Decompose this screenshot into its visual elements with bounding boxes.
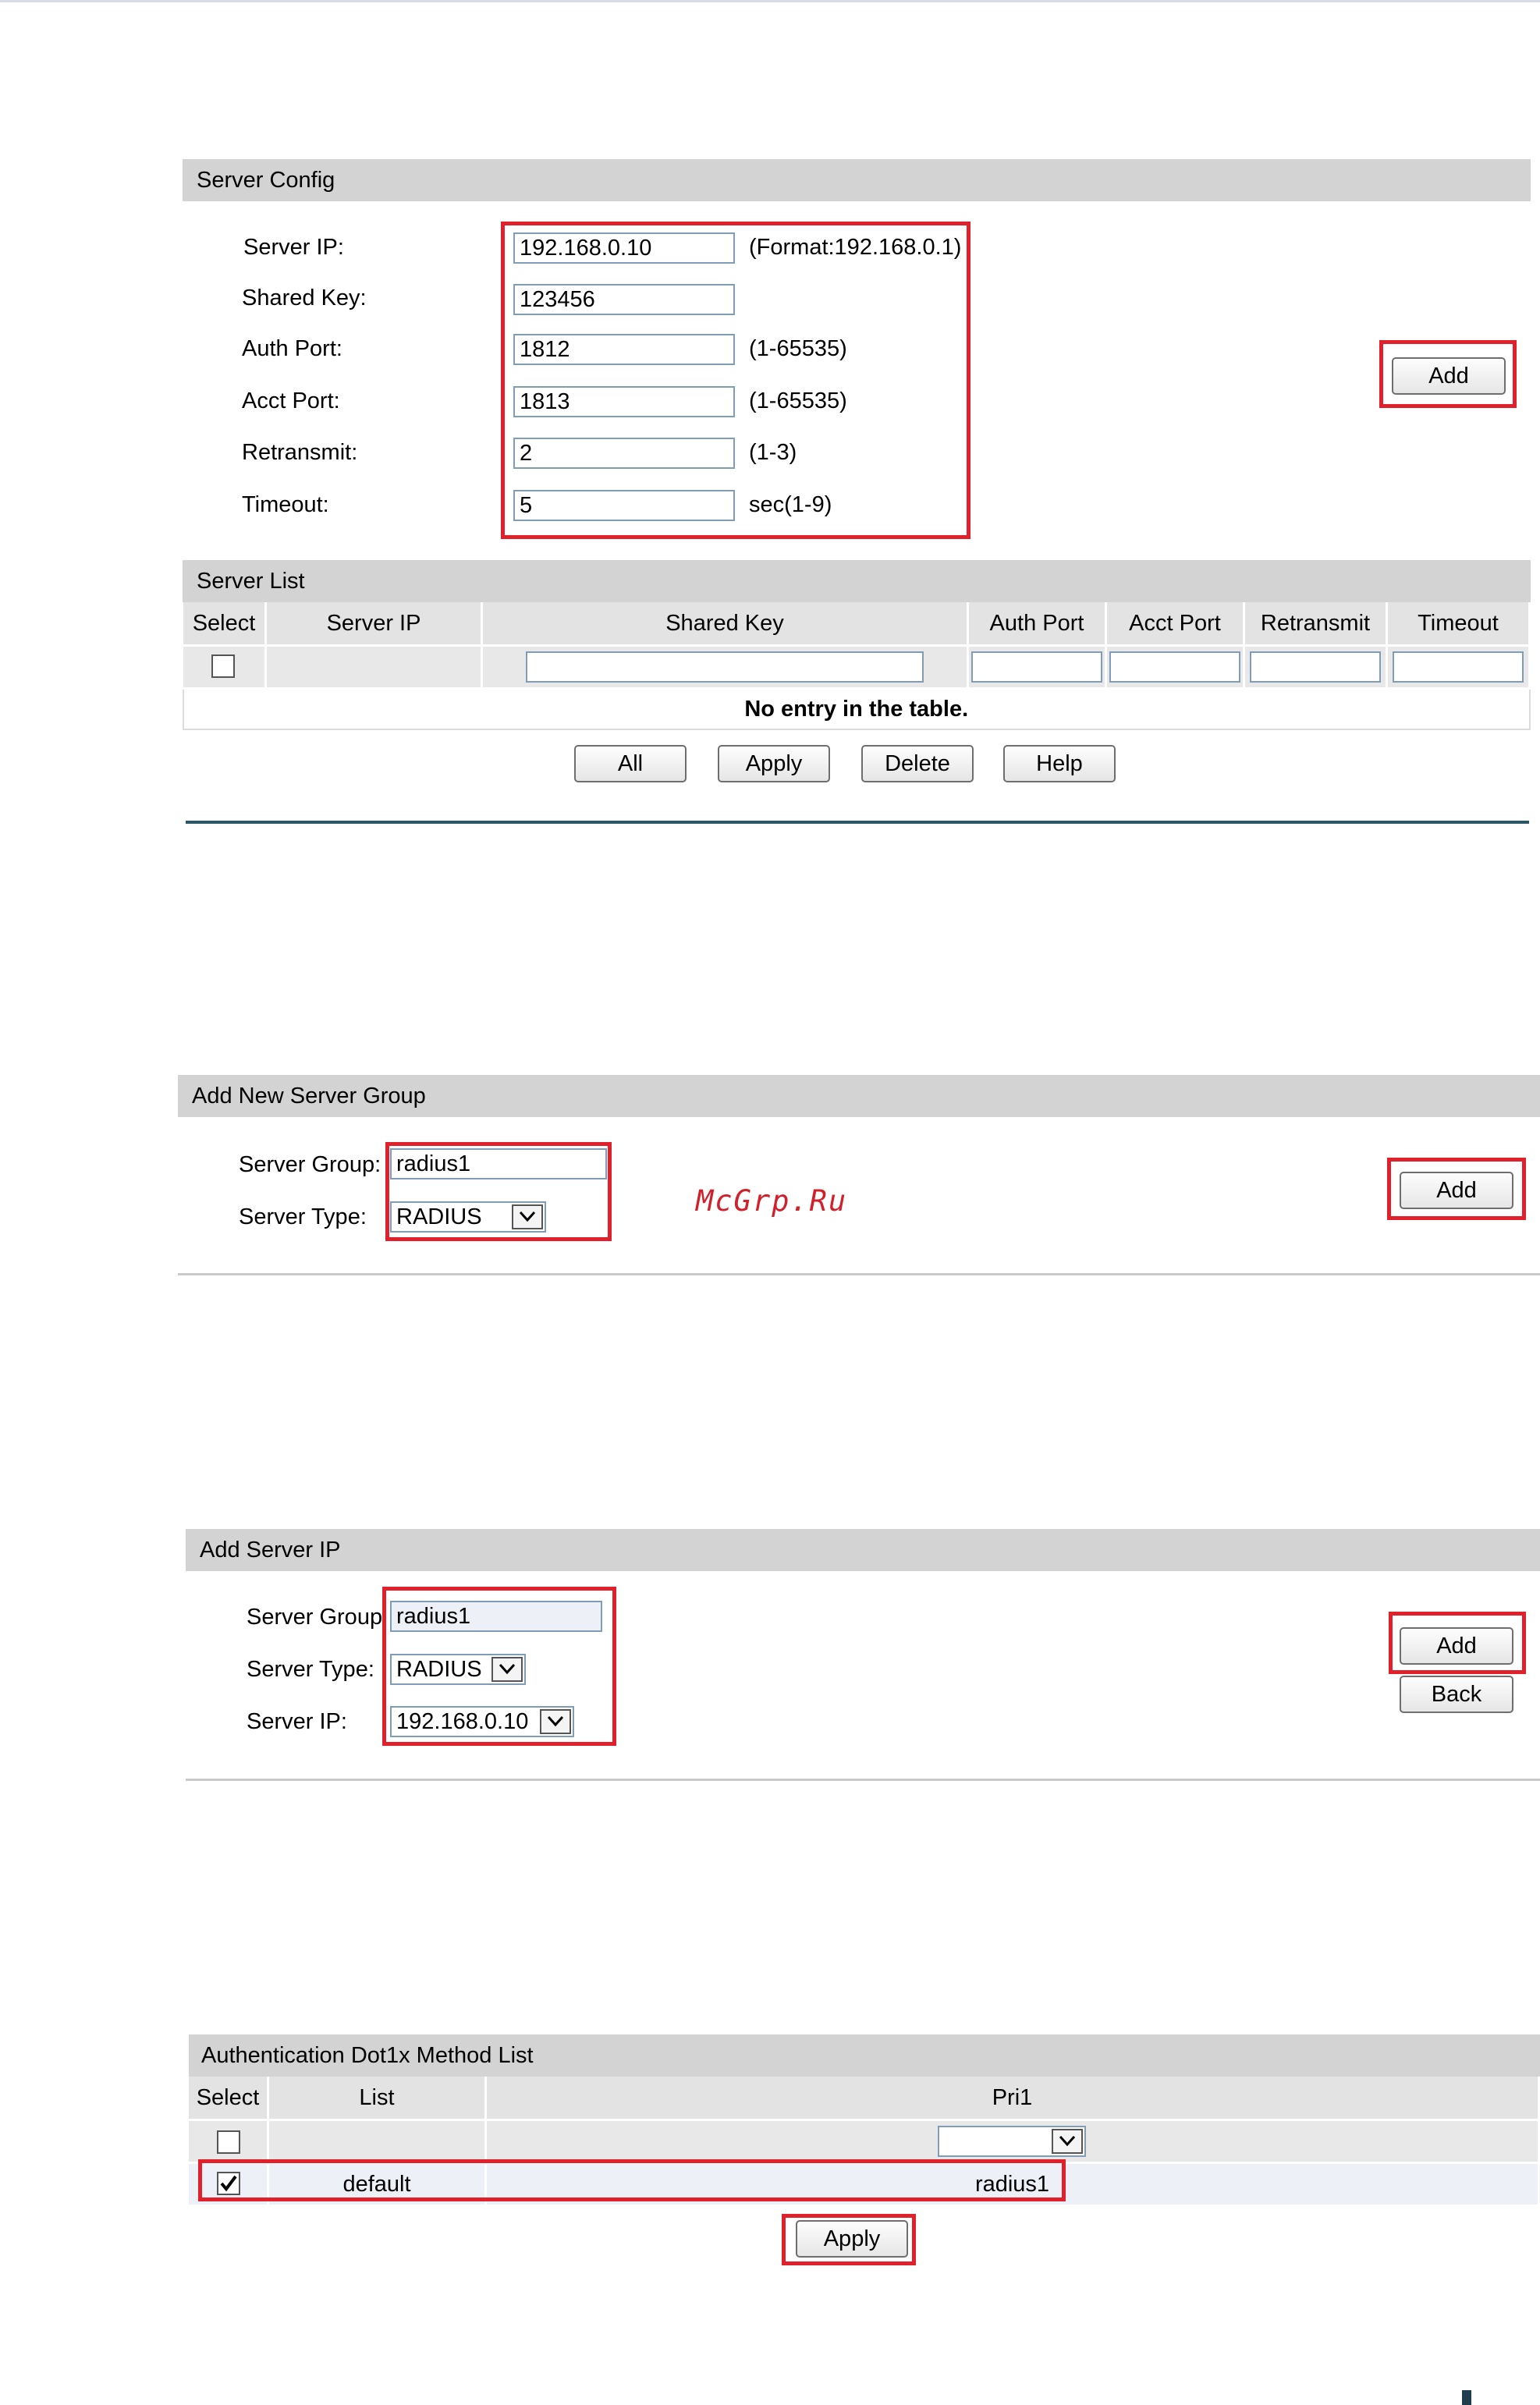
server-list-empty-message: No entry in the table.	[183, 687, 1531, 730]
filter-server-ip-cell	[265, 645, 483, 690]
col-pri1: Pri1	[485, 2077, 1540, 2121]
server-config-title: Server Config	[197, 168, 335, 193]
add-server-ip-highlight	[382, 1587, 616, 1746]
auth-port-label: Auth Port:	[242, 336, 342, 361]
method-filter-checkbox[interactable]	[217, 2130, 240, 2154]
method-list-header: Authentication Dot1x Method List	[189, 2034, 1540, 2077]
method-row-highlight	[198, 2159, 1066, 2201]
server-config-header: Server Config	[183, 159, 1531, 201]
apply-button[interactable]: Apply	[718, 745, 830, 782]
server-config-add-highlight	[1379, 340, 1517, 408]
filter-select-checkbox[interactable]	[211, 654, 235, 678]
col-select: Select	[183, 602, 267, 647]
add-server-ip-title: Add Server IP	[200, 1538, 341, 1563]
server-config-highlight	[501, 222, 970, 539]
add-server-group-highlight	[1387, 1158, 1526, 1220]
add-server-ip-highlight-button	[1389, 1612, 1526, 1674]
col-retransmit: Retransmit	[1244, 602, 1388, 647]
col-acct-port: Acct Port	[1105, 602, 1245, 647]
add-new-server-group-title: Add New Server Group	[192, 1084, 426, 1108]
server-group-label: Server Group:	[239, 1152, 381, 1177]
all-button[interactable]: All	[574, 745, 687, 782]
server-group-highlight	[385, 1142, 612, 1241]
back-button[interactable]: Back	[1400, 1676, 1513, 1713]
filter-shared-key-input[interactable]	[526, 651, 924, 683]
watermark-text: McGrp.Ru	[696, 1184, 848, 1218]
timeout-label: Timeout:	[242, 492, 329, 517]
section-divider-2	[178, 1273, 1540, 1275]
method-filter-list-cell	[268, 2119, 487, 2164]
col-shared-key: Shared Key	[481, 602, 969, 647]
method-filter-select-cell	[189, 2119, 269, 2164]
add-ip-server-ip-label: Server IP:	[247, 1709, 347, 1734]
filter-select-cell	[183, 645, 267, 690]
server-list-header: Server List	[183, 560, 1531, 602]
filter-auth-port-input[interactable]	[971, 651, 1102, 683]
add-ip-server-group-label: Server Group	[247, 1605, 383, 1630]
col-select: Select	[189, 2077, 269, 2121]
method-filter-pri1-cell	[485, 2119, 1540, 2164]
method-list-title: Authentication Dot1x Method List	[201, 2043, 534, 2068]
col-server-ip: Server IP	[265, 602, 483, 647]
filter-timeout-cell	[1386, 645, 1531, 690]
top-border	[0, 0, 1540, 2]
server-list-table: Select Server IP Shared Key Auth Port Ac…	[183, 602, 1531, 730]
filter-retransmit-cell	[1244, 645, 1388, 690]
add-new-server-group-header: Add New Server Group	[178, 1075, 1540, 1117]
filter-acct-port-cell	[1105, 645, 1245, 690]
method-filter-pri1-select[interactable]	[938, 2126, 1086, 2157]
add-ip-server-type-label: Server Type:	[247, 1657, 374, 1682]
server-type-label: Server Type:	[239, 1204, 367, 1229]
help-button[interactable]: Help	[1003, 745, 1116, 782]
filter-acct-port-input[interactable]	[1109, 651, 1240, 683]
section-divider-3	[186, 1779, 1540, 1781]
acct-port-label: Acct Port:	[242, 388, 340, 413]
col-timeout: Timeout	[1386, 602, 1531, 647]
delete-button[interactable]: Delete	[861, 745, 974, 782]
server-list-title: Server List	[197, 569, 305, 594]
server-ip-label: Server IP:	[243, 235, 344, 260]
retransmit-label: Retransmit:	[242, 440, 358, 465]
section-divider	[186, 821, 1529, 824]
col-auth-port: Auth Port	[967, 602, 1107, 647]
shared-key-label: Shared Key:	[242, 286, 367, 310]
filter-auth-port-cell	[967, 645, 1107, 690]
add-server-ip-header: Add Server IP	[186, 1529, 1540, 1571]
col-list: List	[268, 2077, 487, 2121]
method-apply-highlight	[782, 2214, 916, 2265]
filter-retransmit-input[interactable]	[1250, 651, 1381, 683]
filter-timeout-input[interactable]	[1393, 651, 1524, 683]
chevron-down-icon	[1052, 2129, 1083, 2154]
page-corner-mark	[1462, 2390, 1471, 2405]
filter-shared-key-cell	[481, 645, 969, 690]
